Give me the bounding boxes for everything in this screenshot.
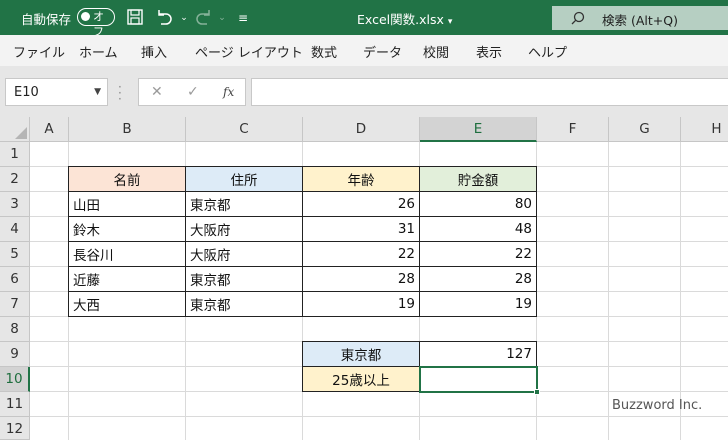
tab-help[interactable]: ヘルプ: [528, 42, 567, 61]
row-header-4[interactable]: 4: [0, 217, 30, 242]
save-icon[interactable]: [126, 8, 146, 28]
cell-d7[interactable]: 19: [302, 291, 420, 317]
row-header-7[interactable]: 7: [0, 292, 30, 317]
cell-d10[interactable]: 25歳以上: [302, 366, 420, 392]
row-header-8[interactable]: 8: [0, 317, 30, 342]
cell-c4[interactable]: 大阪府: [185, 216, 303, 242]
cell-d3[interactable]: 26: [302, 191, 420, 217]
formula-bar-separator: [0, 109, 728, 117]
cell-c3[interactable]: 東京都: [185, 191, 303, 217]
column-header-f[interactable]: F: [537, 117, 609, 142]
cell-c5[interactable]: 大阪府: [185, 241, 303, 267]
tab-review[interactable]: 校閲: [423, 42, 449, 61]
cell-d4[interactable]: 31: [302, 216, 420, 242]
select-all-triangle: [15, 127, 27, 139]
column-header-g[interactable]: G: [609, 117, 681, 142]
cell-b7[interactable]: 大西: [68, 291, 186, 317]
cell-b5[interactable]: 長谷川: [68, 241, 186, 267]
autosave-toggle[interactable]: オフ: [77, 8, 115, 38]
search-label: 検索 (Alt+Q): [602, 13, 678, 28]
cell-c6[interactable]: 東京都: [185, 266, 303, 292]
insert-function-icon[interactable]: fx: [223, 85, 234, 99]
formula-buttons: ✕ ✓ fx: [138, 78, 246, 106]
row-header-12[interactable]: 12: [0, 417, 30, 440]
tab-page-layout[interactable]: ページ レイアウト: [195, 42, 303, 61]
column-header-b[interactable]: B: [69, 117, 186, 142]
cell-b6[interactable]: 近藤: [68, 266, 186, 292]
tab-formulas[interactable]: 数式: [311, 42, 337, 61]
cell-e2[interactable]: 貯金額: [419, 166, 537, 192]
name-box-dropdown-icon[interactable]: ▼: [94, 87, 101, 97]
column-header-c[interactable]: C: [186, 117, 303, 142]
cell-d5[interactable]: 22: [302, 241, 420, 267]
redo-icon[interactable]: [194, 8, 214, 28]
toggle-knob: [81, 12, 90, 21]
cell-c2[interactable]: 住所: [185, 166, 303, 192]
formula-bar: E10 ▼ · · · ✕ ✓ fx: [0, 77, 728, 109]
tab-data[interactable]: データ: [363, 42, 402, 61]
enter-icon[interactable]: ✓: [187, 84, 199, 100]
cell-d2[interactable]: 年齢: [302, 166, 420, 192]
cell-d9[interactable]: 東京都: [302, 341, 420, 367]
formula-bar-grip-icon[interactable]: · · ·: [118, 81, 122, 105]
select-all-button[interactable]: [0, 117, 30, 142]
column-header-a[interactable]: A: [30, 117, 69, 142]
column-header-d[interactable]: D: [303, 117, 420, 142]
document-title-text: Excel関数.xlsx: [357, 12, 444, 27]
search-box[interactable]: 検索 (Alt+Q): [552, 6, 728, 30]
column-header-h[interactable]: H: [681, 117, 728, 142]
tab-home[interactable]: ホーム: [79, 42, 118, 61]
row-header-10[interactable]: 10: [0, 367, 30, 392]
watermark: Buzzword Inc.: [612, 398, 703, 413]
formula-input[interactable]: [251, 78, 728, 106]
cell-e6[interactable]: 28: [419, 266, 537, 292]
undo-dropdown-icon[interactable]: ⌄: [174, 8, 194, 28]
redo-dropdown-icon[interactable]: ⌄: [212, 8, 232, 28]
cell-b2[interactable]: 名前: [68, 166, 186, 192]
search-icon: [571, 11, 585, 25]
cell-b4[interactable]: 鈴木: [68, 216, 186, 242]
title-caret-icon: ▾: [447, 17, 453, 27]
row-header-9[interactable]: 9: [0, 342, 30, 367]
autosave-label: 自動保存: [21, 12, 72, 27]
tab-file[interactable]: ファイル: [13, 42, 65, 61]
row-header-1[interactable]: 1: [0, 142, 30, 167]
row-header-11[interactable]: 11: [0, 392, 30, 417]
customize-toolbar-icon[interactable]: ≡: [233, 8, 253, 28]
title-bar: 自動保存 オフ ⌄ ⌄ ≡ Excel関数.xlsx ▾ 検索 (Alt+Q): [0, 0, 728, 38]
cancel-icon[interactable]: ✕: [151, 84, 163, 100]
name-box[interactable]: E10 ▼: [5, 78, 108, 106]
fill-handle[interactable]: [534, 389, 540, 395]
ribbon-separator: [0, 66, 728, 77]
undo-icon[interactable]: [154, 8, 174, 28]
cell-b3[interactable]: 山田: [68, 191, 186, 217]
cell-e4[interactable]: 48: [419, 216, 537, 242]
row-header-6[interactable]: 6: [0, 267, 30, 292]
cell-c7[interactable]: 東京都: [185, 291, 303, 317]
tab-insert[interactable]: 挿入: [141, 42, 167, 61]
row-header-2[interactable]: 2: [0, 167, 30, 192]
active-cell-selection[interactable]: [419, 366, 538, 393]
cell-e3[interactable]: 80: [419, 191, 537, 217]
tab-view[interactable]: 表示: [476, 42, 502, 61]
gridline: [30, 416, 728, 417]
cell-e7[interactable]: 19: [419, 291, 537, 317]
cell-e5[interactable]: 22: [419, 241, 537, 267]
document-title[interactable]: Excel関数.xlsx ▾: [357, 9, 452, 28]
cell-d6[interactable]: 28: [302, 266, 420, 292]
row-header-5[interactable]: 5: [0, 242, 30, 267]
ribbon-tabs: ファイル ホーム 挿入 ページ レイアウト 数式 データ 校閲 表示 ヘルプ: [0, 35, 728, 66]
column-header-e[interactable]: E: [420, 117, 537, 142]
row-header-3[interactable]: 3: [0, 192, 30, 217]
worksheet-grid[interactable]: A B C D E F G H 1 2 3 4 5 6 7 8 9 10 11 …: [0, 117, 728, 440]
cell-e9[interactable]: 127: [419, 341, 537, 367]
name-box-value: E10: [14, 85, 39, 100]
